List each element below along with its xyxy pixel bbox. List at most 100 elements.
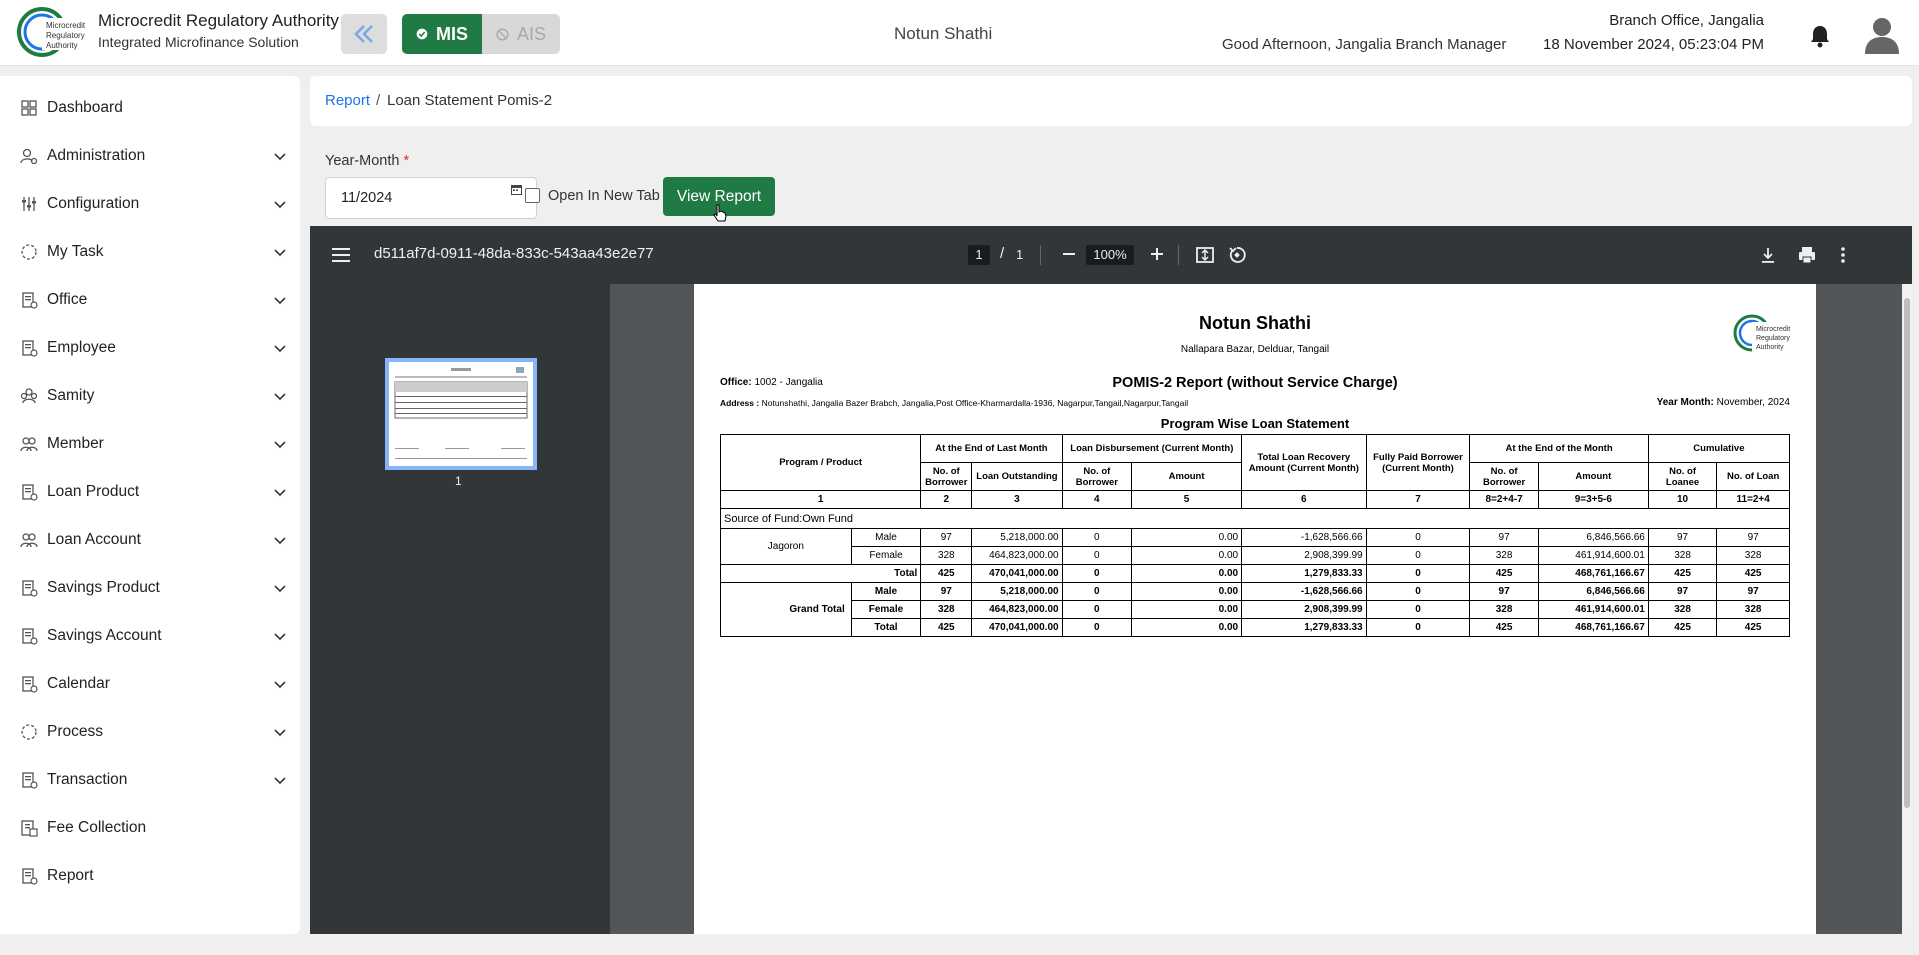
admin-icon <box>20 148 38 165</box>
header-no-loanee: No. of Loanee <box>1647 462 1718 491</box>
table-cell: 97 <box>1647 528 1718 547</box>
open-new-tab-checkbox[interactable] <box>525 188 540 203</box>
menu-icon[interactable] <box>332 247 350 263</box>
collapse-sidebar-button[interactable] <box>341 14 387 54</box>
chevron-down-icon[interactable] <box>273 197 287 211</box>
chevron-down-icon[interactable] <box>273 725 287 739</box>
svg-text:Authority: Authority <box>1756 344 1784 351</box>
table-cell: 328 <box>1647 600 1718 619</box>
toolbar-divider <box>1040 245 1041 265</box>
table-cell: 425 <box>1716 564 1790 583</box>
sidebar-item-label: Transaction <box>47 771 128 788</box>
mra-logo: Microcredit Regulatory Authority <box>17 7 86 57</box>
sidebar-item-report[interactable]: Report <box>0 856 300 896</box>
task-icon <box>21 244 37 260</box>
samity-icon <box>20 388 38 404</box>
table-cell: 0.00 <box>1131 528 1243 547</box>
sidebar-item-member[interactable]: Member <box>0 424 300 464</box>
zoom-in-icon[interactable] <box>1150 246 1164 262</box>
sidebar-item-dashboard[interactable]: Dashboard <box>0 88 300 128</box>
print-icon[interactable] <box>1798 246 1816 264</box>
table-cell: 0 <box>1365 528 1471 547</box>
ban-icon <box>496 27 509 41</box>
table-cell: 0.00 <box>1131 564 1243 583</box>
header-program: Program / Product <box>719 434 922 491</box>
sidebar-item-savings-account[interactable]: Savings Account <box>0 616 300 656</box>
download-icon[interactable] <box>1760 246 1776 264</box>
chevron-down-icon[interactable] <box>273 149 287 163</box>
chevron-down-icon[interactable] <box>273 437 287 451</box>
sidebar-item-office[interactable]: Office <box>0 280 300 320</box>
chevron-down-icon[interactable] <box>273 629 287 643</box>
table-cell: 328 <box>1469 600 1539 619</box>
table-cell: 425 <box>1469 564 1539 583</box>
header-no-borrower: No. of Borrower <box>1469 462 1539 491</box>
sidebar-item-savings-product[interactable]: Savings Product <box>0 568 300 608</box>
chevron-down-icon[interactable] <box>273 581 287 595</box>
index-cell: 9=3+5-6 <box>1537 490 1649 509</box>
table-cell: 0 <box>1365 582 1471 601</box>
header-amount: Amount <box>1131 462 1243 491</box>
sidebar-item-label: Employee <box>47 339 116 356</box>
chevron-down-icon[interactable] <box>273 293 287 307</box>
check-circle-icon <box>416 28 428 40</box>
zoom-out-icon[interactable] <box>1062 246 1076 262</box>
calendar-icon <box>22 676 38 693</box>
pdf-scrollbar[interactable] <box>1902 284 1912 934</box>
scrollbar-thumb[interactable] <box>1904 298 1910 808</box>
svg-text:Microcredit: Microcredit <box>46 21 86 30</box>
chevron-down-icon[interactable] <box>273 341 287 355</box>
chevron-down-icon[interactable] <box>273 677 287 691</box>
sidebar-item-employee[interactable]: Employee <box>0 328 300 368</box>
sidebar-item-fee-collection[interactable]: Fee Collection <box>0 808 300 848</box>
table-cell: 468,761,166.67 <box>1537 618 1649 637</box>
breadcrumb-report-link[interactable]: Report <box>325 92 370 109</box>
sidebar-item-label: Savings Account <box>47 627 162 644</box>
ais-mode-button[interactable]: AIS <box>482 14 560 54</box>
notification-bell-icon[interactable] <box>1809 24 1831 48</box>
grid-icon <box>21 100 37 116</box>
thumbnail-pane: 1 <box>310 284 610 934</box>
more-options-icon[interactable] <box>1835 246 1851 264</box>
year-month-input[interactable] <box>325 177 537 219</box>
rotate-icon[interactable] <box>1228 246 1246 264</box>
row-group-label: Jagoron <box>720 528 852 565</box>
user-avatar-icon[interactable] <box>1862 14 1902 54</box>
page-number-input[interactable]: 1 <box>968 245 990 265</box>
mis-label: MIS <box>435 23 468 44</box>
pdf-viewer: d511af7d-0911-48da-833c-543aa43e2e77 1 /… <box>310 226 1912 934</box>
sidebar-item-process[interactable]: Process <box>0 712 300 752</box>
sidebar-item-label: Configuration <box>47 195 140 212</box>
chevron-down-icon[interactable] <box>273 773 287 787</box>
chevron-down-icon[interactable] <box>273 485 287 499</box>
header-amount: Amount <box>1537 462 1649 491</box>
index-cell: 6 <box>1241 490 1367 509</box>
sidebar-item-loan-product[interactable]: Loan Product <box>0 472 300 512</box>
sidebar-item-samity[interactable]: Samity <box>0 376 300 416</box>
product-rows: Jagoron Male 97 5,218,000.00 0 0.00 -1,628,566… <box>719 528 1790 583</box>
mis-mode-button[interactable]: MIS <box>402 14 482 54</box>
org-name: Microcredit Regulatory Authority <box>98 11 339 30</box>
chevron-down-icon[interactable] <box>273 389 287 403</box>
sidebar-item-configuration[interactable]: Configuration <box>0 184 300 224</box>
table-cell: 0.00 <box>1131 600 1243 619</box>
table-cell: 328 <box>1647 546 1718 565</box>
fit-page-icon[interactable] <box>1196 246 1214 264</box>
sidebar-item-calendar[interactable]: Calendar <box>0 664 300 704</box>
sidebar-item-loan-account[interactable]: Loan Account <box>0 520 300 560</box>
page-thumbnail[interactable] <box>385 358 537 470</box>
breadcrumb-separator: / <box>376 92 381 109</box>
sidebar-item-administration[interactable]: Administration <box>0 136 300 176</box>
calendar-icon[interactable] <box>511 184 522 195</box>
table-cell: Male <box>850 528 922 547</box>
sidebar-item-my-task[interactable]: My Task <box>0 232 300 272</box>
zoom-level-input[interactable]: 100% <box>1086 245 1134 265</box>
header-no-borrower: No. of Borrower <box>1061 462 1133 491</box>
greeting-text: Good Afternoon, Jangalia Branch Manager <box>1222 36 1507 53</box>
ais-label: AIS <box>516 23 546 44</box>
organization-title: Notun Shathi <box>894 24 993 43</box>
chevron-down-icon[interactable] <box>273 245 287 259</box>
header-fully-paid: Fully Paid Borrower (Current Month) <box>1365 434 1471 491</box>
sidebar-item-transaction[interactable]: Transaction <box>0 760 300 800</box>
chevron-down-icon[interactable] <box>273 533 287 547</box>
